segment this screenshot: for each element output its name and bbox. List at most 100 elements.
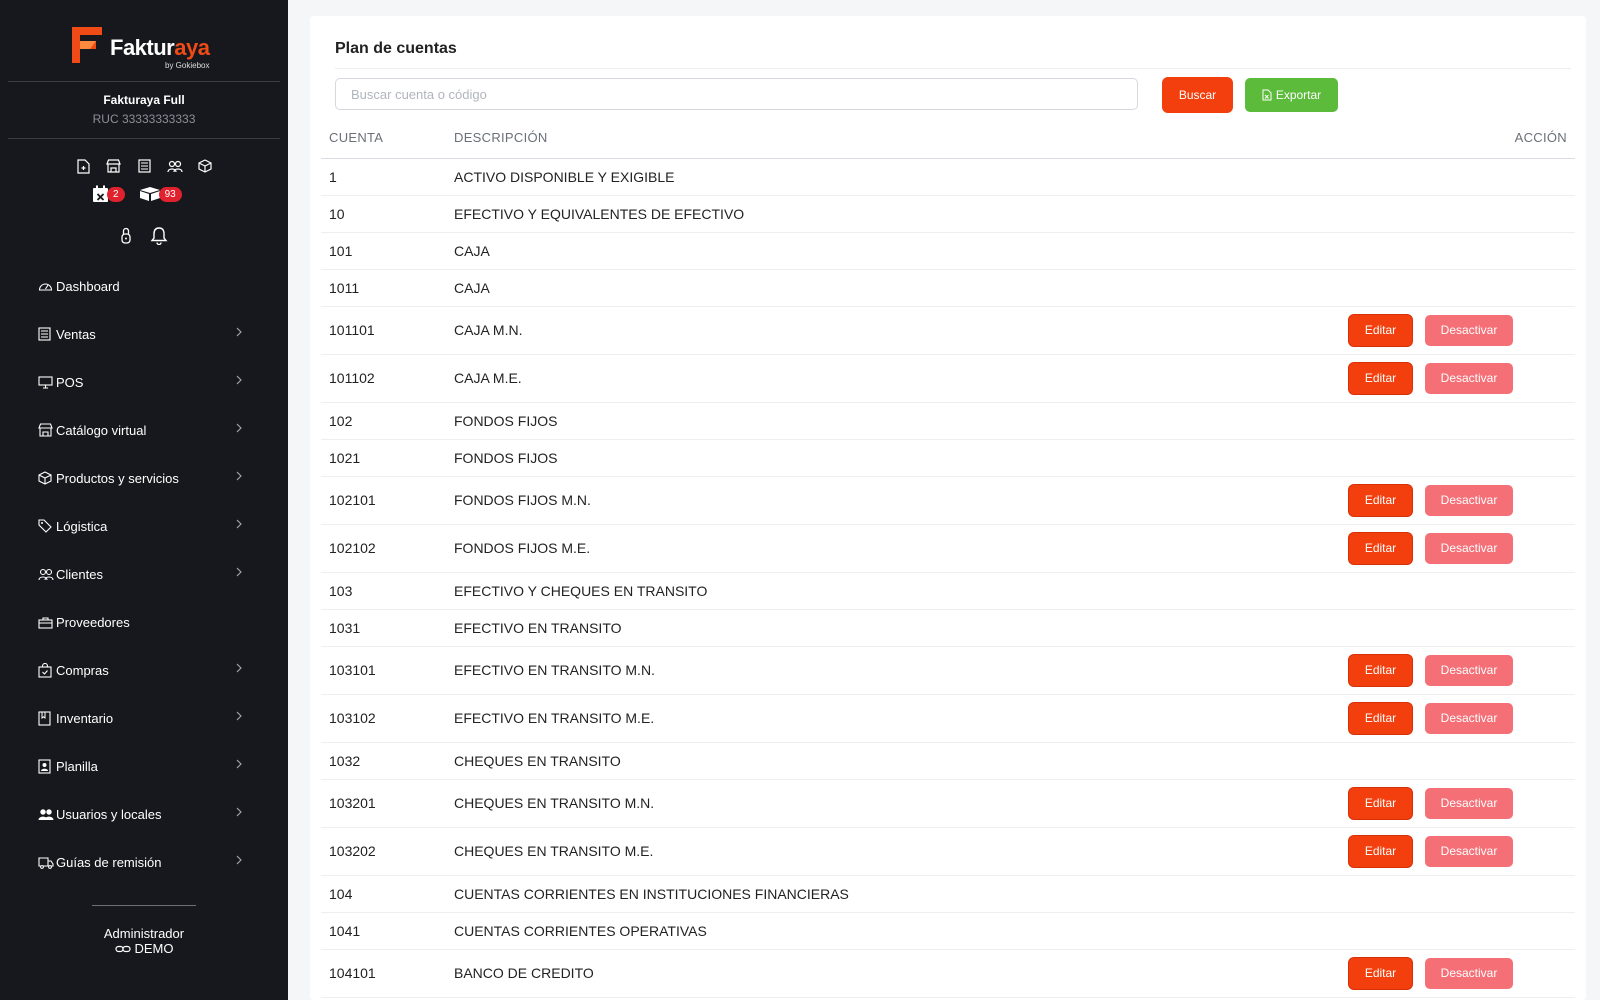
sidebar-item-pos[interactable]: POS (38, 358, 248, 406)
lock-icon[interactable] (118, 226, 134, 244)
users-icon (38, 566, 54, 582)
new-document-icon[interactable] (74, 157, 92, 175)
table-row: 1031 EFECTIVO EN TRANSITO (321, 609, 1575, 647)
sidebar-item-clientes[interactable]: Clientes (38, 550, 248, 598)
user-role: Administrador (103, 926, 185, 941)
stock-badge[interactable]: 93 (139, 185, 182, 203)
header-accion: ACCIÓN (1214, 118, 1575, 159)
edit-button[interactable]: Editar (1349, 835, 1412, 867)
deactivate-button[interactable]: Desactivar (1425, 314, 1513, 346)
box-icon[interactable] (196, 157, 214, 175)
cell-cuenta: 101101 (321, 306, 454, 355)
company-name: Fakturaya Full (103, 93, 185, 107)
cell-descripcion: CAJA M.N. (454, 306, 1214, 355)
cell-descripcion: FONDOS FIJOS M.E. (454, 524, 1214, 573)
sidebar-item-productos-servicios[interactable]: Productos y servicios (38, 454, 248, 502)
main-panel: Plan de cuentas Buscar Exportar CUENTA D… (310, 16, 1586, 1000)
cell-descripcion: EFECTIVO Y EQUIVALENTES DE EFECTIVO (454, 195, 1214, 233)
edit-button[interactable]: Editar (1349, 702, 1412, 734)
sidebar-item-ventas[interactable]: Ventas (38, 310, 248, 358)
deactivate-button[interactable]: Desactivar (1425, 835, 1513, 867)
cell-cuenta: 103102 (321, 694, 454, 743)
cell-cuenta: 103202 (321, 827, 454, 876)
search-button[interactable]: Buscar (1163, 78, 1232, 112)
table-row: 103201 CHEQUES EN TRANSITO M.N. Editar Desa… (321, 779, 1575, 828)
chevron-right-icon (236, 327, 242, 337)
sidebar-tools (118, 226, 168, 245)
sidebar-item-label: Usuarios y locales (56, 806, 162, 822)
brand-logo[interactable]: Fakturaya by Gokiebox (68, 25, 228, 73)
cell-cuenta: 1011 (321, 269, 454, 307)
table-row: 1032 CHEQUES EN TRANSITO (321, 742, 1575, 780)
cell-cuenta: 102101 (321, 476, 454, 525)
sidebar-item-label: Ventas (56, 326, 96, 342)
cell-accion: Editar Desactivar (1214, 524, 1575, 573)
cell-descripcion: FONDOS FIJOS (454, 402, 1214, 440)
cell-cuenta: 10 (321, 195, 454, 233)
edit-button[interactable]: Editar (1349, 654, 1412, 686)
sidebar-item-inventario[interactable]: Inventario (38, 694, 248, 742)
user-account[interactable]: DEMO (8, 941, 280, 956)
table-row: 103 EFECTIVO Y CHEQUES EN TRANSITO (321, 572, 1575, 610)
chevron-right-icon (236, 759, 242, 769)
deactivate-button[interactable]: Desactivar (1425, 787, 1513, 819)
sidebar-item-label: Compras (56, 662, 109, 678)
cell-descripcion: CAJA (454, 269, 1214, 307)
cell-cuenta: 101102 (321, 354, 454, 403)
cell-accion (1214, 875, 1575, 913)
cell-accion: Editar Desactivar (1214, 306, 1575, 355)
chevron-right-icon (236, 807, 242, 817)
table-row: 101 CAJA (321, 232, 1575, 270)
sidebar: Fakturaya by Gokiebox Fakturaya Full RUC… (0, 0, 288, 1000)
edit-button[interactable]: Editar (1349, 957, 1412, 989)
sidebar-item-guias-remision[interactable]: Guías de remisión (38, 838, 248, 886)
header-cuenta[interactable]: CUENTA (321, 118, 454, 159)
edit-button[interactable]: Editar (1349, 362, 1412, 394)
export-label: Exportar (1275, 88, 1322, 102)
deactivate-button[interactable]: Desactivar (1425, 957, 1513, 989)
sidebar-item-catalogo-virtual[interactable]: Catálogo virtual (38, 406, 248, 454)
cell-descripcion: EFECTIVO EN TRANSITO M.N. (454, 646, 1214, 695)
edit-button[interactable]: Editar (1349, 787, 1412, 819)
edit-button[interactable]: Editar (1349, 532, 1412, 564)
sidebar-item-logistica[interactable]: Lógistica (38, 502, 248, 550)
expired-badge[interactable]: 2 (92, 185, 125, 203)
sidebar-item-label: Dashboard (56, 278, 120, 294)
header-descripcion[interactable]: DESCRIPCIÓN (454, 118, 1214, 159)
sidebar-item-proveedores[interactable]: Proveedores (38, 598, 248, 646)
bell-icon[interactable] (150, 226, 168, 245)
sidebar-item-dashboard[interactable]: Dashboard (38, 262, 248, 310)
monitor-icon (38, 374, 54, 390)
chevron-right-icon (236, 567, 242, 577)
sidebar-item-label: POS (56, 374, 84, 390)
deactivate-button[interactable]: Desactivar (1425, 484, 1513, 516)
table-row: 103202 CHEQUES EN TRANSITO M.E. Editar Desa… (321, 827, 1575, 876)
edit-button[interactable]: Editar (1349, 484, 1412, 516)
cell-accion: Editar Desactivar (1214, 646, 1575, 695)
cell-descripcion: CHEQUES EN TRANSITO M.E. (454, 827, 1214, 876)
table-row: 101101 CAJA M.N. Editar Desactivar (321, 306, 1575, 355)
deactivate-button[interactable]: Desactivar (1425, 532, 1513, 564)
deactivate-button[interactable]: Desactivar (1425, 654, 1513, 686)
sidebar-item-compras[interactable]: Compras (38, 646, 248, 694)
deactivate-button[interactable]: Desactivar (1425, 702, 1513, 734)
chevron-right-icon (236, 711, 242, 721)
store-icon[interactable] (105, 157, 123, 175)
cell-cuenta: 1031 (321, 609, 454, 647)
edit-button[interactable]: Editar (1349, 314, 1412, 346)
cell-accion: Editar Desactivar (1214, 949, 1575, 998)
export-button[interactable]: Exportar (1245, 78, 1338, 112)
cell-cuenta: 1021 (321, 439, 454, 477)
search-input[interactable] (335, 78, 1138, 110)
sidebar-item-usuarios-locales[interactable]: Usuarios y locales (38, 790, 248, 838)
users-icon[interactable] (166, 157, 184, 175)
cell-accion (1214, 232, 1575, 270)
sidebar-item-label: Guías de remisión (56, 854, 162, 870)
chevron-right-icon (236, 375, 242, 385)
sidebar-menu: Dashboard Ventas POS Catálogo virtual Pr… (38, 262, 248, 886)
table-row: 104101 BANCO DE CREDITO Editar Desactivar (321, 949, 1575, 998)
cell-accion: Editar Desactivar (1214, 779, 1575, 828)
sidebar-item-planilla[interactable]: Planilla (38, 742, 248, 790)
receipt-icon[interactable] (135, 157, 153, 175)
deactivate-button[interactable]: Desactivar (1425, 362, 1513, 394)
